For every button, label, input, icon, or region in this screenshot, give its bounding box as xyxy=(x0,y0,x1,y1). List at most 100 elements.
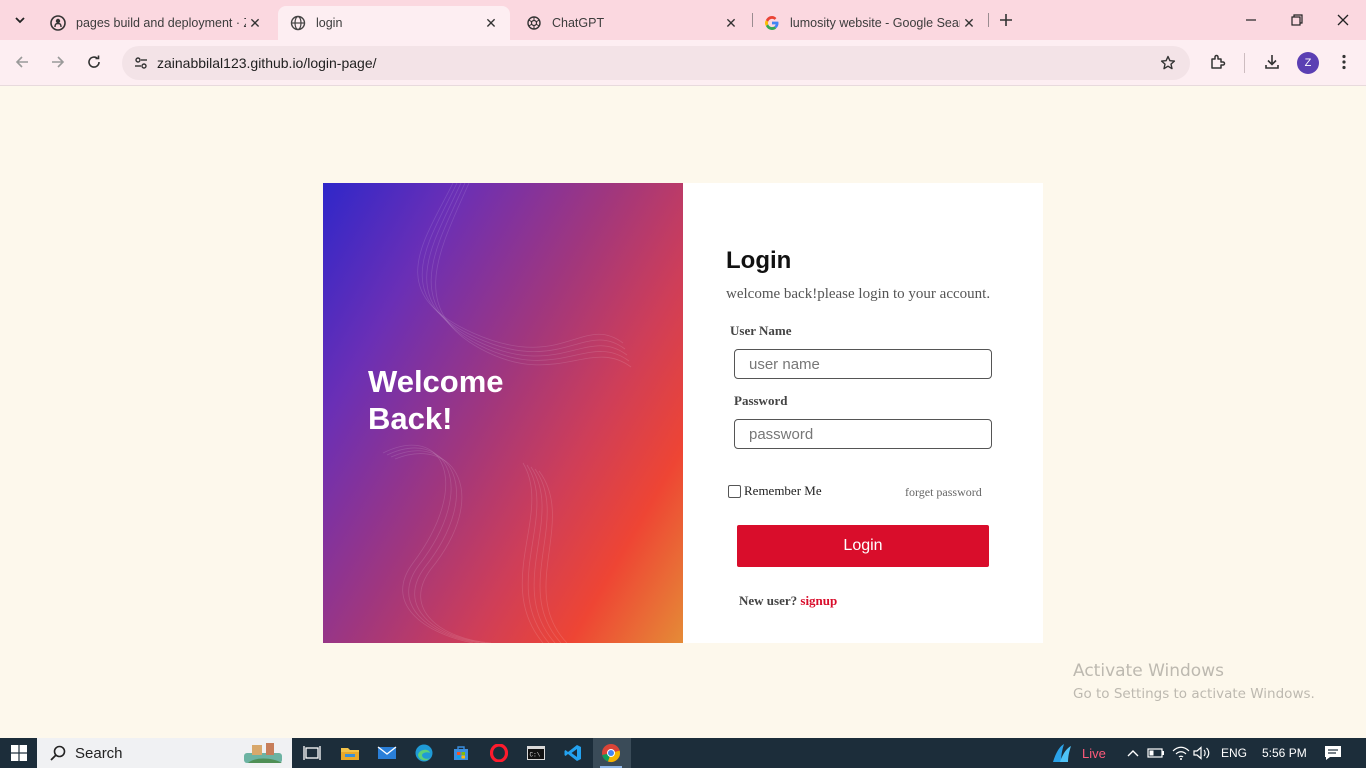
close-icon[interactable]: ✕ xyxy=(246,14,264,32)
edge-icon xyxy=(415,744,433,762)
welcome-panel: Welcome Back! xyxy=(323,183,683,643)
close-window-button[interactable] xyxy=(1320,0,1366,40)
toolbar-separator xyxy=(1244,53,1245,73)
task-view-icon xyxy=(303,746,321,760)
tab-title: pages build and deployment · Z xyxy=(76,16,246,30)
new-user-text: New user? xyxy=(739,593,798,608)
live-label: Live xyxy=(1082,746,1106,761)
live-wallpaper-icon xyxy=(1053,744,1071,762)
more-vertical-icon xyxy=(1342,54,1346,70)
clock[interactable]: 5:56 PM xyxy=(1262,738,1307,768)
svg-text:C:\: C:\ xyxy=(530,752,541,759)
reload-icon xyxy=(88,55,100,68)
battery-button[interactable] xyxy=(1143,741,1169,765)
chatgpt-icon xyxy=(526,15,542,31)
file-explorer-button[interactable] xyxy=(337,741,363,765)
url-text[interactable]: zainabbilal123.github.io/login-page/ xyxy=(157,55,377,71)
tab-pages-build[interactable]: pages build and deployment · Z ✕ xyxy=(38,6,274,40)
tab-login[interactable]: login ✕ xyxy=(278,6,510,40)
mail-button[interactable] xyxy=(374,741,400,765)
extensions-button[interactable] xyxy=(1204,48,1232,76)
opera-button[interactable] xyxy=(486,741,512,765)
tab-search-button[interactable] xyxy=(6,6,34,34)
download-icon xyxy=(1265,55,1279,69)
folder-icon xyxy=(341,748,359,760)
chrome-button[interactable] xyxy=(598,741,624,768)
google-icon xyxy=(764,15,780,31)
speaker-icon xyxy=(1193,746,1210,760)
password-input[interactable] xyxy=(734,419,992,449)
chevron-up-icon xyxy=(1127,750,1139,757)
close-icon[interactable]: ✕ xyxy=(482,14,500,32)
notification-icon xyxy=(1325,746,1341,760)
taskbar-search-box[interactable]: Search xyxy=(37,738,292,768)
arrow-right-icon xyxy=(52,56,65,68)
address-bar[interactable]: zainabbilal123.github.io/login-page/ xyxy=(122,46,1190,80)
windows-logo-icon xyxy=(10,745,27,761)
tab-lumosity-search[interactable]: lumosity website - Google Sear ✕ xyxy=(752,6,988,40)
notifications-button[interactable] xyxy=(1320,741,1346,765)
chevron-down-icon xyxy=(15,17,25,24)
menu-button[interactable] xyxy=(1330,48,1358,76)
close-icon[interactable]: ✕ xyxy=(960,14,978,32)
remember-me-checkbox[interactable] xyxy=(728,484,741,498)
password-label: Password xyxy=(734,393,788,408)
login-button[interactable]: Login xyxy=(737,525,989,567)
mail-icon xyxy=(377,746,397,759)
taskbar-search-label: Search xyxy=(75,744,123,762)
bookmark-star-icon[interactable] xyxy=(1158,53,1178,73)
restore-icon xyxy=(1291,14,1303,26)
forget-password-link[interactable]: forget password xyxy=(905,485,982,500)
volume-button[interactable] xyxy=(1189,741,1215,765)
username-input[interactable] xyxy=(734,349,992,379)
store-icon xyxy=(454,746,468,760)
new-tab-button[interactable] xyxy=(994,8,1018,32)
terminal-button[interactable]: C:\ xyxy=(523,741,549,765)
globe-icon xyxy=(290,15,306,31)
downloads-button[interactable] xyxy=(1258,48,1286,76)
remember-me: Remember Me xyxy=(728,483,822,499)
vscode-button[interactable] xyxy=(560,741,586,765)
tab-title: login xyxy=(316,16,343,30)
remember-me-label: Remember Me xyxy=(744,483,822,498)
live-wallpaper-button[interactable] xyxy=(1049,741,1075,765)
activate-windows-title: Activate Windows xyxy=(1073,661,1224,681)
opera-icon xyxy=(490,744,508,762)
plus-icon xyxy=(1000,14,1012,26)
tab-separator xyxy=(988,13,989,27)
login-subtitle: welcome back!please login to your accoun… xyxy=(726,286,991,302)
restore-button[interactable] xyxy=(1274,0,1320,40)
edge-button[interactable] xyxy=(411,741,437,765)
login-heading: Login xyxy=(726,247,792,274)
reload-button[interactable] xyxy=(80,48,108,76)
tab-chatgpt[interactable]: ChatGPT ✕ xyxy=(514,6,750,40)
signup-link[interactable]: signup xyxy=(800,593,837,608)
store-button[interactable] xyxy=(448,741,474,765)
start-button[interactable] xyxy=(0,738,37,768)
username-label: User Name xyxy=(730,323,792,338)
forward-button[interactable] xyxy=(44,48,72,76)
task-view-button[interactable] xyxy=(299,741,325,765)
welcome-title: Welcome Back! xyxy=(368,364,504,436)
taskbar: Search C:\ Live ENG 5:56 PM xyxy=(0,738,1366,768)
close-icon[interactable]: ✕ xyxy=(722,14,740,32)
minimize-button[interactable] xyxy=(1228,0,1274,40)
chrome-icon xyxy=(602,744,620,762)
close-icon xyxy=(1337,14,1349,26)
battery-icon xyxy=(1147,748,1164,758)
back-button[interactable] xyxy=(8,48,36,76)
language-indicator[interactable]: ENG xyxy=(1221,738,1247,768)
search-icon xyxy=(50,745,66,761)
vscode-icon xyxy=(564,745,581,761)
login-form: Login welcome back!please login to your … xyxy=(683,183,1043,643)
search-highlight-icon xyxy=(244,743,282,763)
activate-windows-subtitle: Go to Settings to activate Windows. xyxy=(1073,686,1315,702)
new-user-prompt: New user? signup xyxy=(739,593,837,609)
profile-avatar[interactable]: Z xyxy=(1297,52,1319,74)
tab-title: ChatGPT xyxy=(552,16,605,30)
arrow-left-icon xyxy=(15,56,28,68)
terminal-icon: C:\ xyxy=(527,746,545,760)
site-settings-icon[interactable] xyxy=(128,50,154,76)
browser-toolbar: zainabbilal123.github.io/login-page/ Z xyxy=(0,40,1366,86)
tab-strip: pages build and deployment · Z ✕ login ✕… xyxy=(0,0,1366,40)
